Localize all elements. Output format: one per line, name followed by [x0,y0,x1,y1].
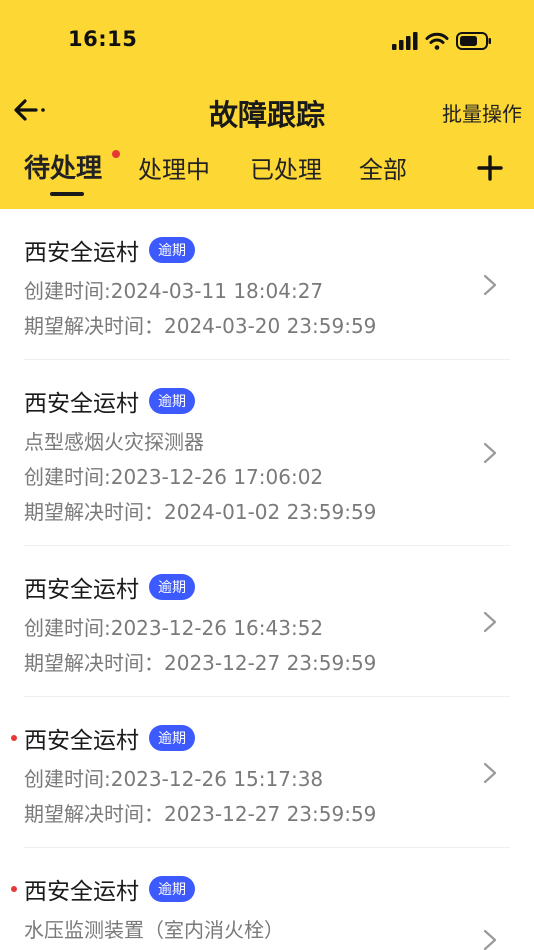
unread-dot [11,735,17,741]
batch-operation-button[interactable]: 批量操作 [442,98,522,127]
tab-bar: 待处理 处理中 已处理 全部 [0,142,534,202]
item-created-time: 创建时间:2023-12-26 15:17:38 [24,767,324,791]
chevron-right-icon [483,929,497,950]
overdue-badge: 逾期 [149,388,195,414]
item-title: 西安全运村 [24,879,139,905]
unread-dot [11,886,17,892]
list-item[interactable]: 西安全运村 逾期 创建时间:2024-03-11 18:04:27 期望解决时间… [0,209,534,360]
item-title-row: 西安全运村 逾期 [24,872,195,906]
header: 16:15 故障跟踪 批量操作 待处理 处理中 已处理 全部 [0,0,534,209]
overdue-badge: 逾期 [149,725,195,751]
chevron-right-icon [483,442,497,464]
item-title: 西安全运村 [24,577,139,603]
add-button[interactable] [472,150,508,186]
plus-icon [477,155,503,181]
overdue-badge: 逾期 [149,876,195,902]
status-icons [392,30,492,52]
item-expected-time: 期望解决时间：2024-03-20 23:59:59 [24,314,377,338]
chevron-right-icon [483,762,497,784]
wifi-icon [425,32,449,50]
item-expected-time: 期望解决时间：2023-12-27 23:59:59 [24,651,377,675]
list-item[interactable]: 西安全运村 逾期 创建时间:2023-12-26 16:43:52 期望解决时间… [0,546,534,697]
item-title-row: 西安全运村 逾期 [24,233,195,267]
item-title: 西安全运村 [24,240,139,266]
signal-icon [392,32,418,50]
tab-all[interactable]: 全部 [359,150,407,185]
tab-new-dot [112,150,120,158]
status-time: 16:15 [68,27,138,51]
tab-processing[interactable]: 处理中 [138,150,210,185]
item-title: 西安全运村 [24,728,139,754]
battery-icon [456,32,491,50]
overdue-badge: 逾期 [149,237,195,263]
status-bar: 16:15 [0,0,534,80]
list-item[interactable]: 西安全运村 逾期 水压监测装置（室内消火栓） [0,848,534,950]
nav-bar: 故障跟踪 批量操作 [0,84,534,136]
item-title-row: 西安全运村 逾期 [24,721,195,755]
item-expected-time: 期望解决时间：2024-01-02 23:59:59 [24,500,377,524]
item-created-time: 创建时间:2023-12-26 16:43:52 [24,616,324,640]
item-device: 水压监测装置（室内消火栓） [24,918,284,942]
list-item[interactable]: 西安全运村 逾期 点型感烟火灾探测器 创建时间:2023-12-26 17:06… [0,360,534,546]
item-title: 西安全运村 [24,391,139,417]
list-item[interactable]: 西安全运村 逾期 创建时间:2023-12-26 15:17:38 期望解决时间… [0,697,534,848]
item-created-time: 创建时间:2023-12-26 17:06:02 [24,465,324,489]
item-device: 点型感烟火灾探测器 [24,430,204,454]
overdue-badge: 逾期 [149,574,195,600]
tab-processed[interactable]: 已处理 [250,150,322,185]
tab-pending[interactable]: 待处理 [24,148,102,185]
chevron-right-icon [483,274,497,296]
active-tab-indicator [50,192,84,196]
chevron-right-icon [483,611,497,633]
item-title-row: 西安全运村 逾期 [24,570,195,604]
item-expected-time: 期望解决时间：2023-12-27 23:59:59 [24,802,377,826]
item-title-row: 西安全运村 逾期 [24,384,195,418]
item-created-time: 创建时间:2024-03-11 18:04:27 [24,279,324,303]
